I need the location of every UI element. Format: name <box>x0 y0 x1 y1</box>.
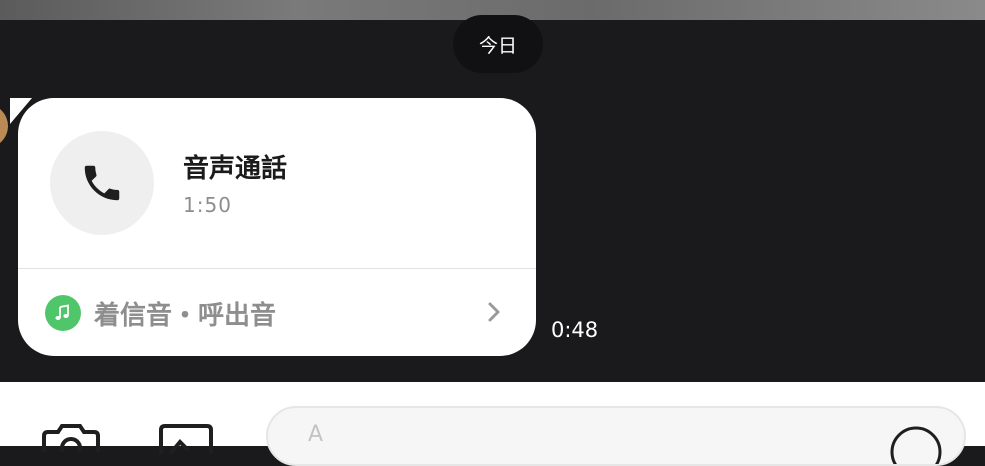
emoji-icon[interactable] <box>888 424 944 464</box>
ringtone-settings-link[interactable]: 着信音・呼出音 <box>18 269 536 356</box>
composer-bar: A <box>0 382 985 466</box>
date-separator: 今日 <box>453 15 543 73</box>
avatar[interactable] <box>0 104 8 148</box>
music-note-icon <box>45 295 81 331</box>
input-placeholder-glyph: A <box>308 422 324 447</box>
image-icon[interactable] <box>158 424 214 454</box>
phone-icon <box>84 165 120 201</box>
ringtone-label: 着信音・呼出音 <box>94 301 277 331</box>
date-separator-label: 今日 <box>478 34 517 57</box>
message-input[interactable]: A <box>266 406 966 466</box>
call-message-bubble[interactable]: 音声通話 1:50 着信音・呼出音 <box>18 98 536 356</box>
message-timestamp: 0:48 <box>551 318 599 342</box>
chevron-right-icon <box>488 302 500 322</box>
camera-icon[interactable] <box>40 422 102 452</box>
call-icon-circle <box>50 131 154 235</box>
call-title: 音声通話 <box>183 154 288 184</box>
call-duration: 1:50 <box>183 193 232 217</box>
